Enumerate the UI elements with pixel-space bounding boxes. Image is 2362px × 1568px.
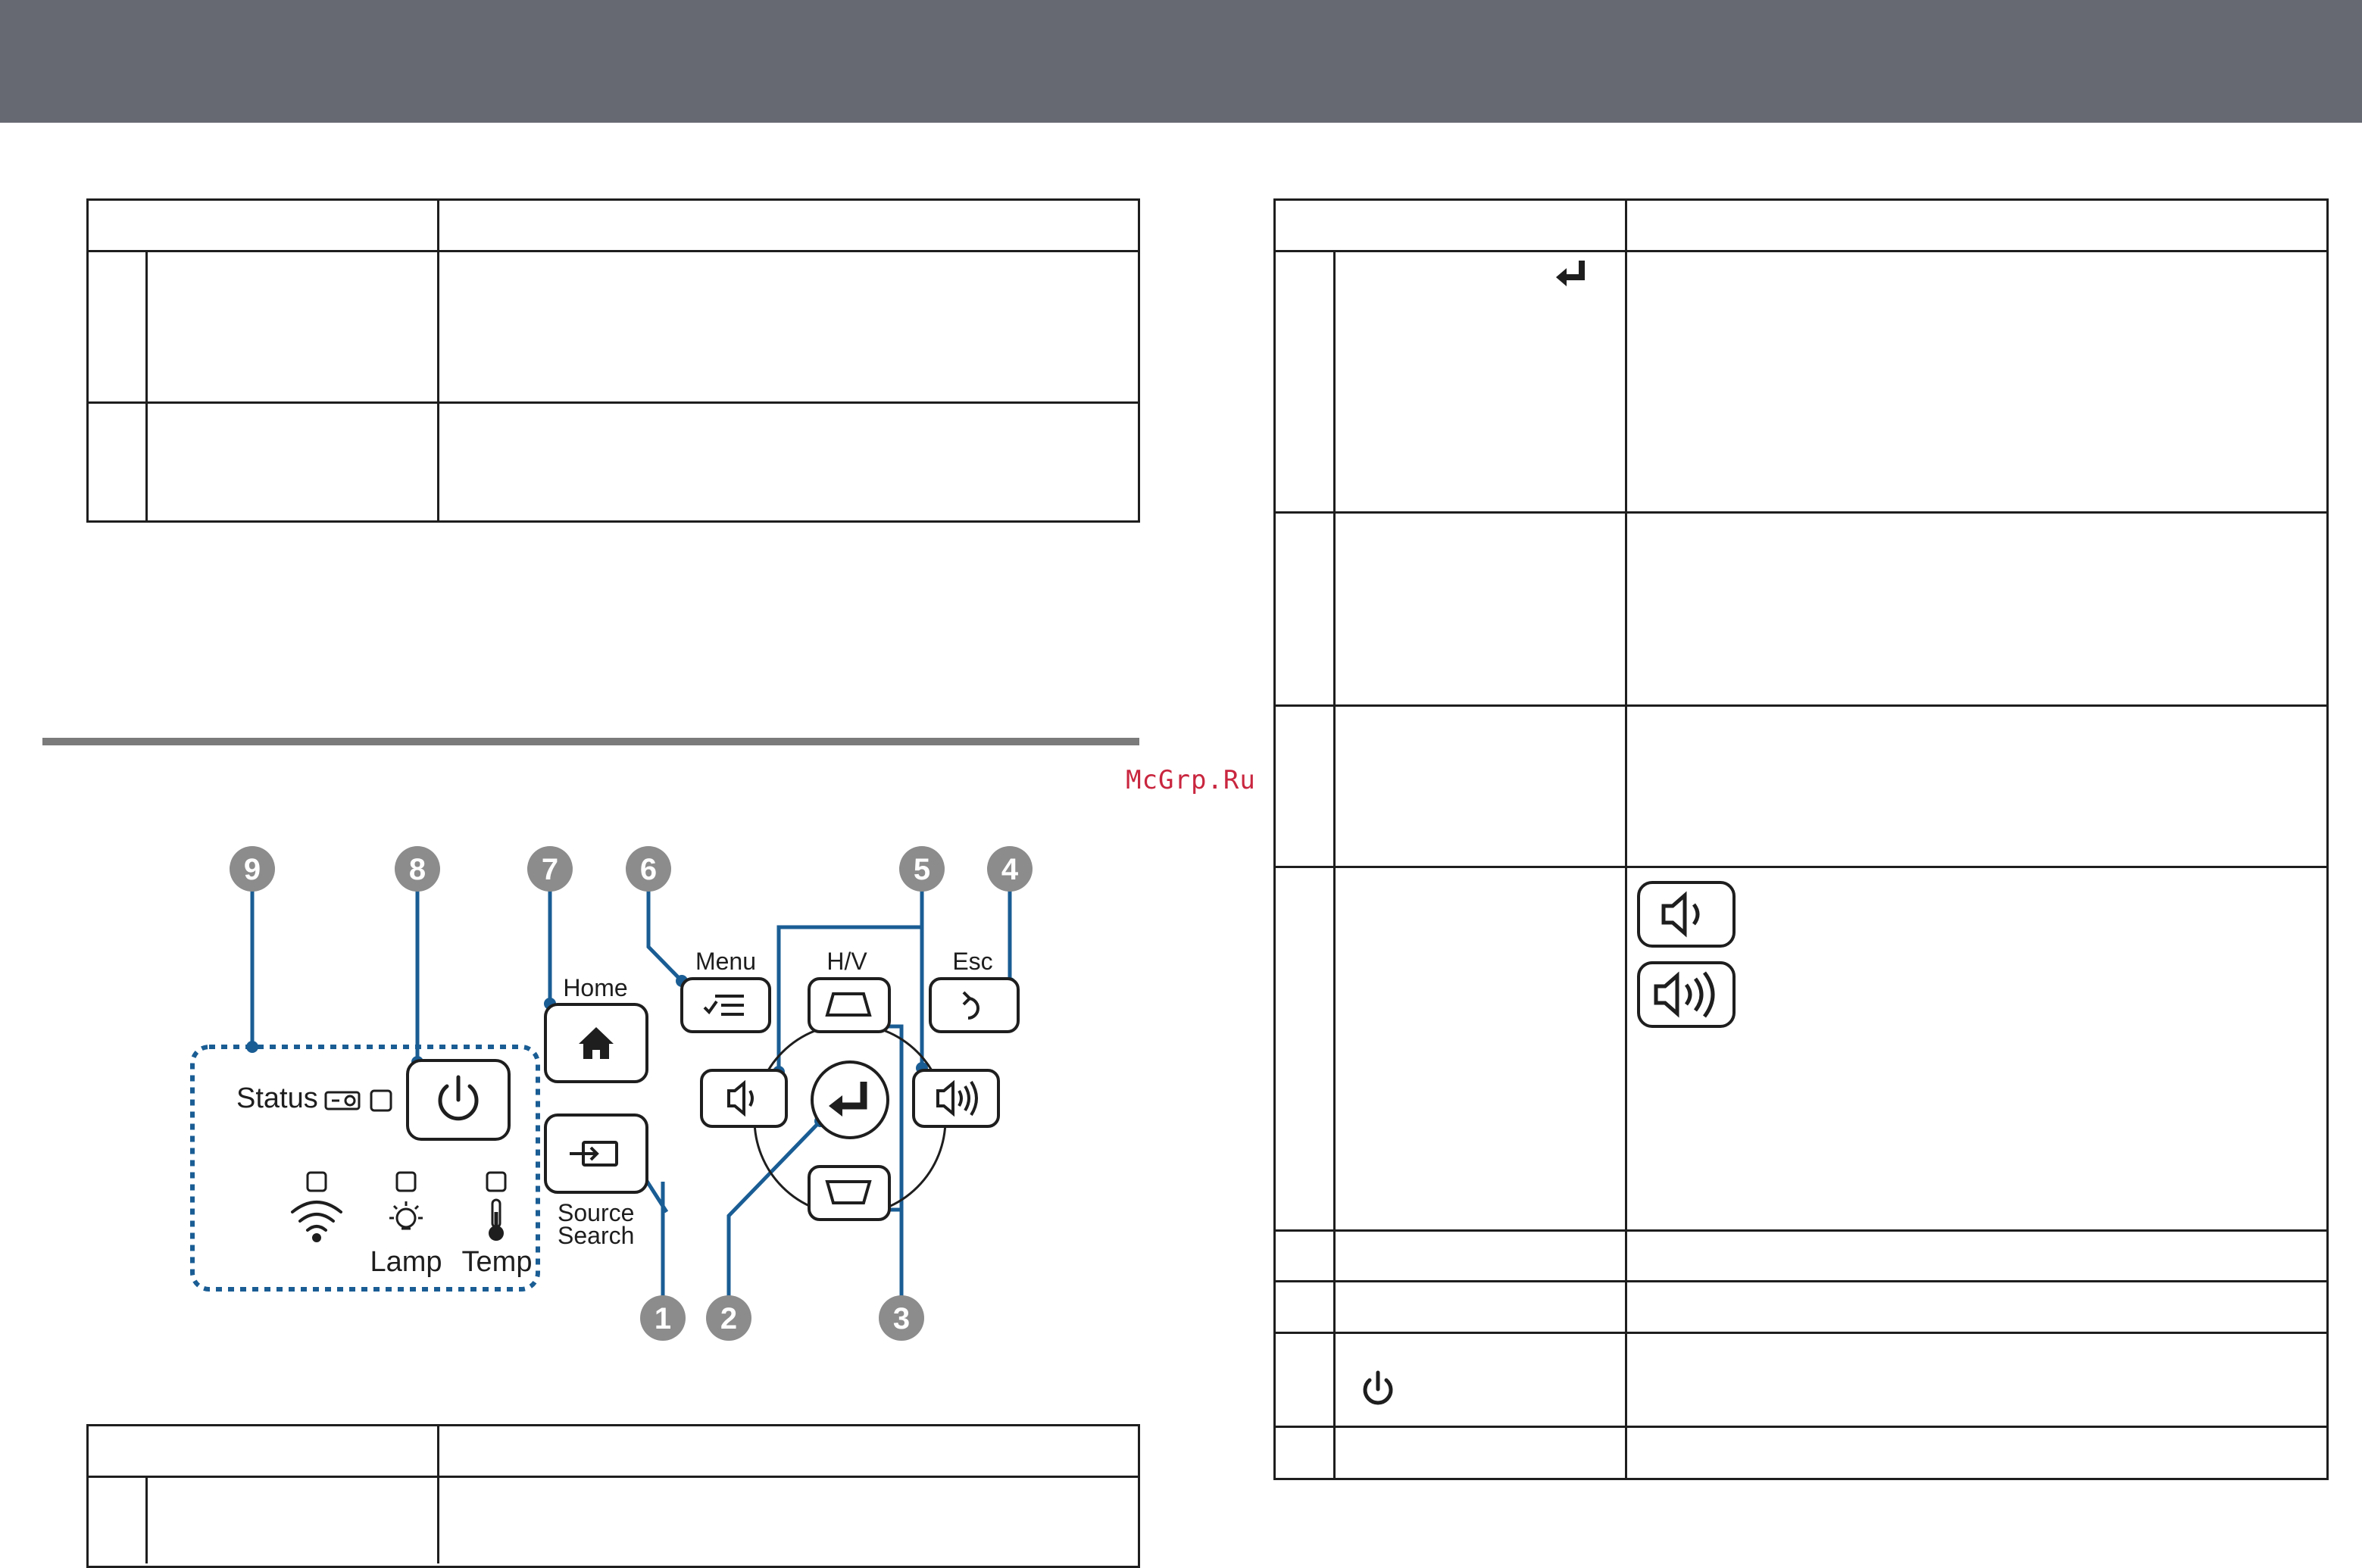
hv-label: H/V — [826, 948, 867, 975]
callout-1: 1 — [640, 1295, 686, 1341]
temp-led — [486, 1171, 507, 1192]
svg-text:3: 3 — [893, 1302, 910, 1335]
volume-down-icon — [1637, 881, 1736, 948]
watermark: McGrp.Ru — [1126, 765, 1256, 795]
page-header-bar — [0, 0, 2362, 123]
svg-text:4: 4 — [1001, 853, 1019, 886]
svg-text:1: 1 — [655, 1302, 671, 1335]
status-led — [370, 1089, 392, 1112]
lamp-label: Lamp — [370, 1246, 442, 1278]
power-button — [406, 1059, 511, 1141]
svg-text:6: 6 — [640, 853, 657, 886]
lamp-led — [395, 1171, 417, 1192]
menu-label: Menu — [695, 948, 756, 975]
temp-icon — [489, 1198, 504, 1241]
home-label: Home — [563, 974, 627, 1001]
section-divider — [42, 738, 1139, 745]
svg-text:9: 9 — [244, 853, 261, 886]
callout-5: 5 — [899, 846, 945, 892]
esc-label: Esc — [952, 948, 992, 975]
power-icon — [1363, 1370, 1393, 1405]
home-button — [544, 1003, 648, 1083]
esc-button — [929, 977, 1020, 1033]
callout-2: 2 — [706, 1295, 751, 1341]
status-label: Status — [236, 1082, 318, 1114]
svg-text:7: 7 — [542, 853, 558, 886]
temp-label: Temp — [462, 1246, 533, 1278]
volume-down-button — [700, 1069, 788, 1128]
menu-button — [680, 977, 771, 1033]
control-panel-diagram: 9 8 7 6 5 4 1 2 3 Status Lamp Temp Home … — [190, 846, 1033, 1341]
wifi-icon — [291, 1201, 342, 1242]
svg-text:2: 2 — [720, 1302, 737, 1335]
callout-7: 7 — [527, 846, 573, 892]
svg-text:8: 8 — [409, 853, 426, 886]
callout-4: 4 — [987, 846, 1033, 892]
callout-3: 3 — [879, 1295, 924, 1341]
keystone-up-button — [808, 977, 891, 1033]
volume-up-icon — [1637, 961, 1736, 1028]
enter-button — [811, 1060, 889, 1139]
callout-6: 6 — [626, 846, 671, 892]
callout-9: 9 — [230, 846, 275, 892]
svg-text:5: 5 — [914, 853, 930, 886]
volume-up-button — [912, 1069, 1000, 1128]
wifi-led — [306, 1171, 327, 1192]
source-label-line2: Search — [558, 1222, 634, 1249]
keystone-down-button — [808, 1165, 891, 1221]
lamp-icon — [389, 1201, 423, 1230]
enter-icon — [1556, 261, 1585, 286]
projector-icon — [324, 1091, 361, 1110]
source-search-button — [544, 1114, 648, 1194]
callout-8: 8 — [395, 846, 440, 892]
